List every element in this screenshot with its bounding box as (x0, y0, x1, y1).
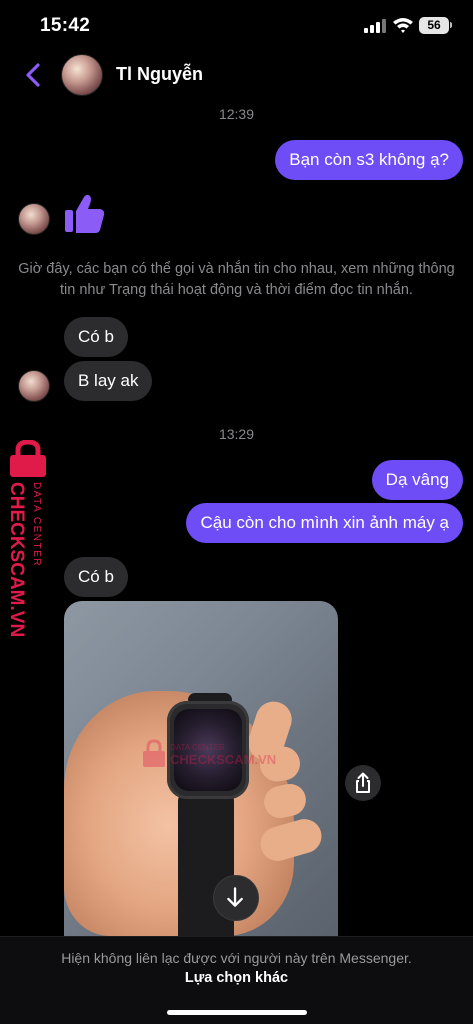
outgoing-message[interactable]: Bạn còn s3 không ạ? (275, 140, 463, 180)
outgoing-message[interactable]: Dạ vâng (371, 460, 463, 500)
signal-icon (364, 18, 386, 33)
incoming-message[interactable]: Có b (64, 557, 128, 597)
battery-tip (450, 22, 452, 28)
conversation-header: Tl Nguyễn (0, 50, 473, 102)
share-icon (356, 772, 370, 793)
status-time: 15:42 (40, 15, 91, 36)
svg-text:CHECKSCAM.VN: CHECKSCAM.VN (6, 482, 27, 637)
watermark: CHECKSCAM.VN DATA CENTER (4, 440, 52, 640)
svg-text:CHECKSCAM.VN: CHECKSCAM.VN (170, 752, 276, 767)
back-chevron-icon[interactable] (20, 60, 48, 90)
battery-icon: 56 (419, 17, 449, 34)
system-notice: Giờ đây, các bạn có thể gọi và nhắn tin … (18, 261, 455, 298)
wifi-icon (393, 18, 413, 33)
unavailable-notice: Hiện không liên lạc được với người này t… (61, 950, 412, 966)
incoming-message[interactable]: B lay ak (64, 361, 153, 401)
lock-icon (10, 440, 46, 477)
footer-bar: Hiện không liên lạc được với người này t… (0, 936, 473, 1024)
scroll-to-bottom-button[interactable] (213, 875, 259, 921)
home-indicator[interactable] (167, 1010, 307, 1015)
outgoing-message[interactable]: Cậu còn cho mình xin ảnh máy ạ (186, 503, 463, 543)
contact-avatar-small (18, 370, 50, 402)
share-button[interactable] (345, 765, 381, 801)
other-options-link[interactable]: Lựa chọn khác (0, 970, 473, 986)
contact-avatar[interactable] (61, 54, 103, 96)
contact-name[interactable]: Tl Nguyễn (116, 64, 203, 85)
watermark-center: DATA CENTER CHECKSCAM.VN (143, 739, 276, 767)
incoming-message[interactable]: Có b (64, 317, 128, 357)
watermark-sub: DATA CENTER (31, 482, 42, 567)
contact-avatar-small (18, 203, 50, 235)
message-timestamp: 12:39 (218, 106, 255, 122)
thumbs-up-icon[interactable] (62, 192, 108, 238)
message-timestamp: 13:29 (218, 426, 255, 442)
status-bar: 15:42 56 (0, 0, 473, 50)
svg-text:DATA CENTER: DATA CENTER (170, 743, 225, 752)
arrow-down-icon (227, 887, 243, 907)
svg-text:DATA CENTER: DATA CENTER (31, 482, 42, 567)
watermark-brand: CHECKSCAM.VN (6, 482, 27, 637)
